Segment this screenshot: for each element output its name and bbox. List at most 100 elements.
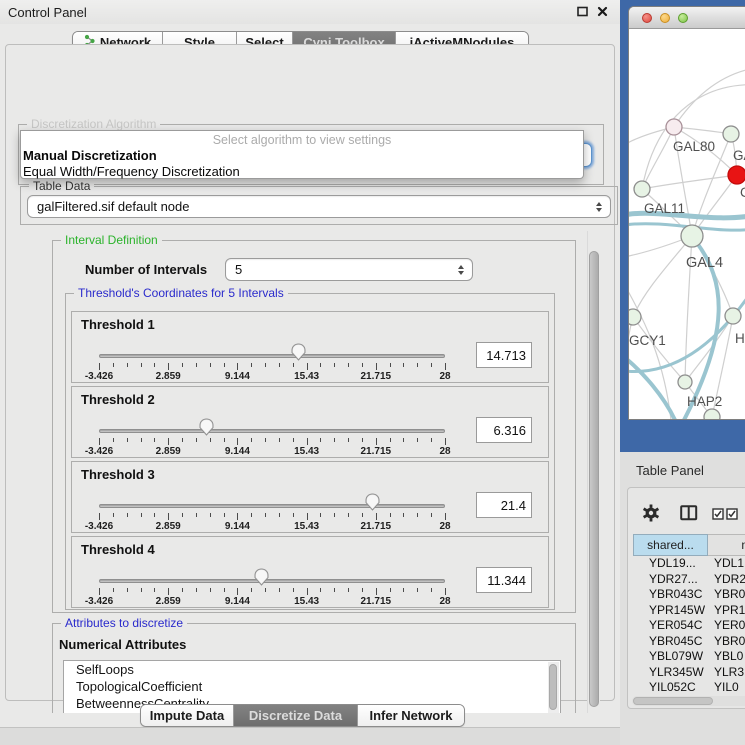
network-node-h[interactable] (725, 308, 741, 324)
attributes-group: Attributes to discretize Numerical Attri… (52, 623, 576, 713)
table-row[interactable]: YDL19...YDL1 (628, 556, 745, 572)
tick-label: 15.43 (294, 596, 319, 607)
num-intervals-spinner[interactable]: 5 (225, 258, 473, 281)
network-node-gal11[interactable] (634, 181, 650, 197)
table-row[interactable]: YPR145WYPR1 (628, 603, 745, 619)
attribute-list-item[interactable]: TopologicalCoefficient (64, 678, 560, 695)
slider-thumb[interactable] (365, 493, 380, 511)
cell-name: YLR3 (714, 665, 744, 681)
attribute-list-item[interactable]: SelfLoops (64, 661, 560, 678)
threshold-value-input[interactable] (476, 417, 532, 443)
tab-impute-data[interactable]: Impute Data (141, 705, 234, 726)
table-row[interactable]: YER054CYER0 (628, 618, 745, 634)
checkbox-icon[interactable] (726, 507, 738, 525)
network-window-titlebar[interactable] (629, 7, 745, 29)
threshold-value-input[interactable] (476, 567, 532, 593)
tick-label: 9.144 (225, 446, 250, 457)
network-edge (642, 175, 737, 189)
slider-tick-labels: -3.4262.8599.14415.4321.71528 (99, 446, 445, 458)
column-header-name[interactable]: na (708, 534, 745, 556)
table-row[interactable]: YBR045CYBR0 (628, 634, 745, 650)
popup-option[interactable]: Manual Discretization (21, 148, 583, 164)
network-node-gal4[interactable] (681, 225, 703, 247)
gear-icon[interactable] (642, 504, 660, 527)
settings-scrollbar[interactable] (587, 231, 600, 713)
threshold-panel: Threshold 4 -3.4262.8599.14415.4321.7152… (71, 536, 549, 608)
slider-thumb[interactable] (291, 343, 306, 361)
control-panel-titlebar: Control Panel (0, 0, 620, 24)
popup-hint: Select algorithm to view settings (21, 133, 583, 148)
algorithm-group-title: Discretization Algorithm (27, 117, 160, 131)
network-node-label: GAL11 (644, 201, 685, 216)
control-panel: Control Panel NetworkStyleSelectCyni Too… (0, 0, 620, 745)
table-header: shared...na (628, 534, 745, 556)
cell-shared-name: YER054C (649, 618, 702, 634)
checkbox-icon[interactable] (712, 507, 724, 525)
table-panel: shared...na YDL19...YDL1YDR27...YDR2YBR0… (627, 487, 745, 709)
threshold-value-input[interactable] (476, 342, 532, 368)
table-panel-region: Table Panel (620, 452, 745, 745)
interval-definition-title: Interval Definition (61, 233, 162, 247)
slider-thumb[interactable] (199, 418, 214, 436)
threshold-slider[interactable] (99, 354, 445, 358)
cell-shared-name: YBR045C (649, 634, 702, 650)
network-node-hap2[interactable] (678, 375, 692, 389)
close-icon[interactable] (596, 5, 610, 19)
tick-label: 2.859 (156, 596, 181, 607)
table-data-group: Table Data galFiltered.sif default node (20, 186, 618, 225)
tick-label: -3.426 (85, 446, 113, 457)
num-intervals-label: Number of Intervals (85, 262, 207, 277)
thresholds-group: Threshold's Coordinates for 5 Intervals … (65, 293, 555, 610)
tick-label: 15.43 (294, 521, 319, 532)
cell-shared-name: YBL079W (649, 649, 703, 665)
table-row[interactable]: YBL079WYBL0 (628, 649, 745, 665)
tab-label: Infer Network (369, 708, 452, 723)
network-window: GAL80GACGAL11GAL4GCY1HHAP2 (628, 6, 745, 420)
cell-shared-name: YLR345W (649, 665, 704, 681)
minimize-traffic-light-icon[interactable] (660, 13, 670, 23)
threshold-slider[interactable] (99, 504, 445, 508)
network-node-label: GA (733, 148, 745, 163)
network-node-label: HAP2 (687, 394, 722, 409)
table-row[interactable]: YIL052CYIL0 (628, 680, 745, 695)
network-node-label: GAL80 (673, 139, 715, 154)
bottom-strip (0, 727, 620, 745)
table-rows: YDL19...YDL1YDR27...YDR2YBR043CYBR0YPR14… (628, 556, 745, 695)
popup-option[interactable]: Equal Width/Frequency Discretization (21, 164, 583, 180)
column-header-shared-name[interactable]: shared... (633, 534, 708, 556)
tick-label: 2.859 (156, 521, 181, 532)
threshold-slider[interactable] (99, 579, 445, 583)
cell-name: YIL0 (714, 680, 739, 695)
cell-name: YBR0 (714, 587, 745, 603)
columns-icon[interactable] (680, 505, 698, 526)
table-data-combobox[interactable]: galFiltered.sif default node (27, 195, 611, 218)
panel-title: Control Panel (8, 5, 87, 20)
network-node-label: GAL4 (686, 255, 723, 271)
app-root: Control Panel NetworkStyleSelectCyni Too… (0, 0, 745, 745)
table-hscrollbar[interactable] (632, 696, 745, 706)
zoom-traffic-light-icon[interactable] (678, 13, 688, 23)
network-node-gal80[interactable] (666, 119, 682, 135)
cell-shared-name: YDR27... (649, 572, 698, 588)
table-row[interactable]: YBR043CYBR0 (628, 587, 745, 603)
slider-thumb[interactable] (254, 568, 269, 586)
threshold-value-input[interactable] (476, 492, 532, 518)
tab-infer-network[interactable]: Infer Network (358, 705, 464, 726)
table-panel-title: Table Panel (636, 463, 704, 478)
popup-options: Manual DiscretizationEqual Width/Frequen… (21, 148, 583, 180)
table-row[interactable]: YDR27...YDR2 (628, 572, 745, 588)
close-traffic-light-icon[interactable] (642, 13, 652, 23)
cyni-mode-tabs: Impute DataDiscretize Data Infer Network (140, 704, 465, 727)
attributes-list-scrollbar[interactable] (548, 662, 559, 713)
network-canvas[interactable]: GAL80GACGAL11GAL4GCY1HHAP2 (629, 29, 745, 420)
table-row[interactable]: YLR345W YLR3 (628, 665, 745, 681)
network-node-c[interactable] (728, 166, 745, 184)
tick-label: 9.144 (225, 596, 250, 607)
network-node-gcy1[interactable] (629, 309, 641, 325)
float-icon[interactable] (576, 5, 590, 19)
network-node-ga[interactable] (723, 126, 739, 142)
network-node[interactable] (704, 409, 720, 420)
tick-label: 28 (439, 521, 450, 532)
threshold-slider[interactable] (99, 429, 445, 433)
tab-discretize-data[interactable]: Discretize Data (234, 705, 358, 726)
